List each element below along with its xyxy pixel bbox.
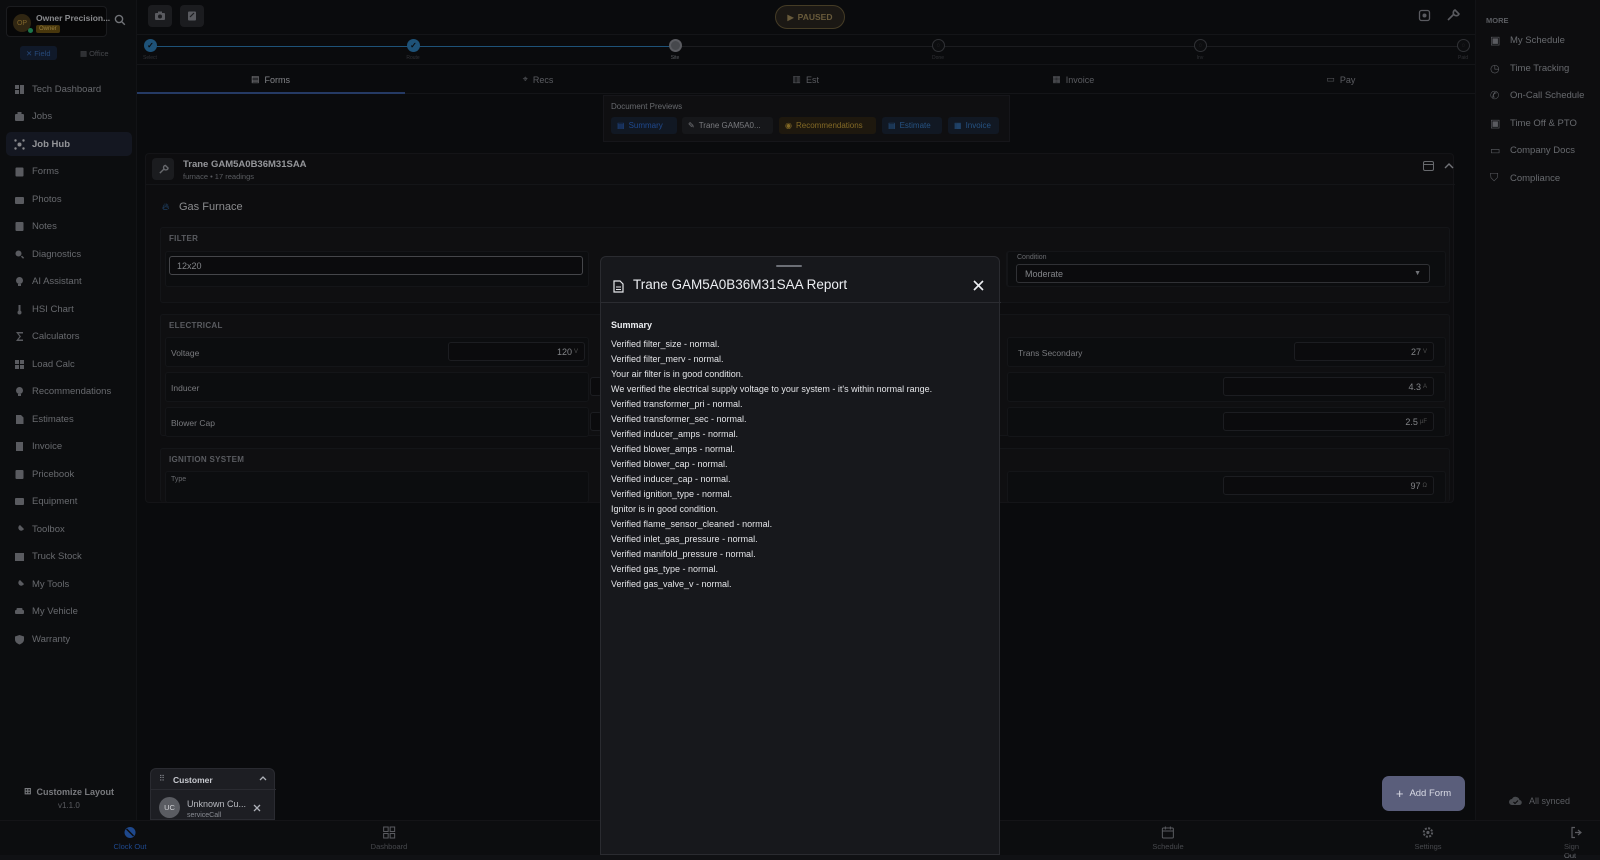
summary-line: Verified blower_amps - normal. <box>611 444 736 454</box>
summary-line: Verified transformer_pri - normal. <box>611 399 743 409</box>
customer-type: serviceCall <box>187 812 222 819</box>
drag-handle-icon[interactable]: ⠿ <box>159 774 165 783</box>
customer-avatar: UC <box>159 797 180 818</box>
summary-line: Verified manifold_pressure - normal. <box>611 549 756 559</box>
modal-body: Summary Verified filter_size - normal. Ve… <box>611 320 991 592</box>
document-icon <box>613 280 624 293</box>
drag-grabber[interactable] <box>776 265 802 267</box>
summary-line: Verified flame_sensor_cleaned - normal. <box>611 519 773 529</box>
customer-name[interactable]: Unknown Cu... <box>187 799 246 809</box>
customer-widget-title: Customer <box>173 775 213 785</box>
close-icon[interactable] <box>253 804 261 812</box>
modal-header: Trane GAM5A0B36M31SAA Report <box>601 274 1001 303</box>
summary-line: Verified inducer_cap - normal. <box>611 474 731 484</box>
close-icon <box>973 280 984 291</box>
customer-widget: ⠿ Customer UC Unknown Cu... serviceCall <box>150 768 276 820</box>
summary-line: Verified blower_cap - normal. <box>611 459 728 469</box>
report-modal: Trane GAM5A0B36M31SAA Report Summary Ver… <box>600 256 1001 855</box>
summary-line: Verified ignition_type - normal. <box>611 489 733 499</box>
summary-line: Verified filter_size - normal. <box>611 339 720 349</box>
summary-heading: Summary <box>611 320 653 330</box>
summary-line: We verified the electrical supply voltag… <box>611 384 933 394</box>
modal-title: Trane GAM5A0B36M31SAA Report <box>633 277 848 292</box>
add-form-button[interactable]: + Add Form <box>1382 776 1465 811</box>
summary-line: Verified inlet_gas_pressure - normal. <box>611 534 758 544</box>
summary-line: Verified filter_merv - normal. <box>611 354 724 364</box>
summary-line: Verified transformer_sec - normal. <box>611 414 747 424</box>
chevron-up-icon[interactable] <box>259 775 267 781</box>
plus-icon: + <box>1395 786 1404 801</box>
summary-line: Verified gas_valve_v - normal. <box>611 579 732 589</box>
summary-line: Ignitor is in good condition. <box>611 504 719 514</box>
summary-line: Verified inducer_amps - normal. <box>611 429 739 439</box>
summary-lines: Verified filter_size - normal. Verified f… <box>611 337 991 592</box>
summary-line: Verified gas_type - normal. <box>611 564 719 574</box>
summary-line: Your air filter is in good condition. <box>611 369 744 379</box>
modal-close-button[interactable] <box>973 280 984 291</box>
